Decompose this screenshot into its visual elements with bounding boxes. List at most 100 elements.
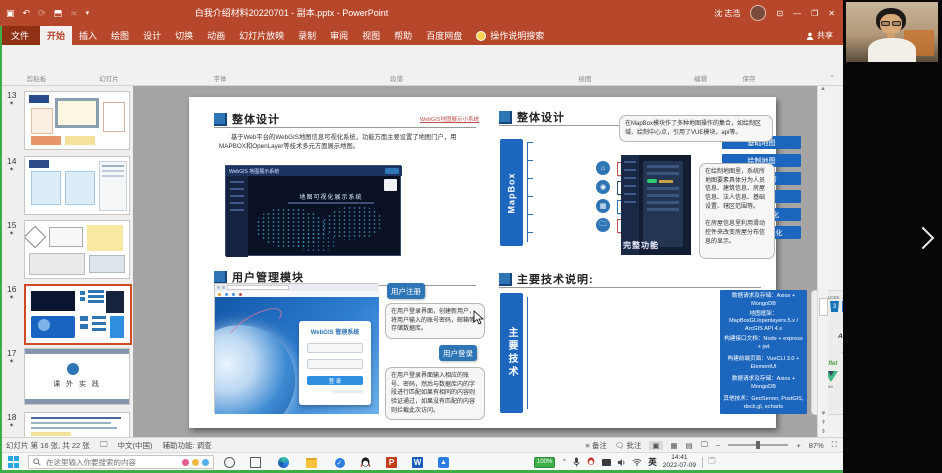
account-name[interactable]: 沈 志浩 — [714, 8, 740, 19]
scroll-down-icon[interactable]: ▼ — [818, 410, 829, 419]
tab-record[interactable]: 录制 — [291, 26, 323, 45]
tray-expand-icon[interactable]: ⌃ — [561, 458, 567, 466]
group-label-clipboard: 剪贴板 — [0, 73, 73, 83]
tab-file[interactable]: 文件 — [0, 26, 40, 45]
webcam-video[interactable] — [846, 2, 938, 62]
register-button[interactable]: 用户注册 — [387, 283, 425, 299]
tab-draw[interactable]: 绘图 — [104, 26, 136, 45]
slide-16-canvas[interactable]: 整体设计 WebGIS地图展示小系统 基于Web平台的WebGIS地图信息可视化… — [189, 97, 776, 428]
q2-mapbox-bar: MapBox — [500, 139, 523, 246]
canvas-scrollbar[interactable]: ▲ ▼ ⇞ ⇟ — [817, 86, 828, 437]
camera-tray-icon[interactable] — [602, 459, 611, 466]
ime-indicator[interactable]: 英 — [648, 456, 657, 468]
network-icon[interactable] — [632, 458, 642, 466]
search-input[interactable] — [44, 457, 179, 468]
group-label-font: 字体 — [145, 73, 295, 83]
language-indicator[interactable]: 中文(中国) — [118, 440, 153, 451]
tab-view[interactable]: 视图 — [355, 26, 387, 45]
comments-button[interactable]: 🗨 批注 — [615, 440, 642, 451]
previous-slide-button[interactable]: ⇞ — [818, 419, 829, 428]
next-page-chevron[interactable] — [912, 227, 935, 250]
powerpoint-icon[interactable]: P — [384, 455, 399, 470]
display-settings-icon[interactable]: 🖵 — [100, 440, 108, 450]
accessibility-status[interactable]: 辅助功能: 调查 — [163, 440, 212, 451]
collapse-ribbon-icon[interactable]: ⌃ — [829, 74, 835, 82]
minimize-button[interactable]: — — [793, 9, 801, 18]
slide-thumbnail-17[interactable]: 课 外 实 践 — [24, 348, 130, 405]
news-widget-icon[interactable] — [192, 459, 199, 466]
tab-baidu-netdisk[interactable]: 百度网盘 — [419, 26, 469, 45]
file-explorer-icon[interactable] — [304, 455, 319, 470]
slide-sorter-view-button[interactable]: ▦ — [671, 441, 678, 450]
ribbon-display-options-icon[interactable]: ⊡ — [776, 9, 783, 18]
taskbar-search[interactable] — [28, 455, 214, 469]
blue-square-bullet — [499, 111, 512, 124]
tab-review[interactable]: 审阅 — [323, 26, 355, 45]
clock[interactable]: 14:412022-07-09 — [663, 454, 696, 471]
restore-button[interactable]: ❐ — [811, 9, 818, 18]
close-button[interactable]: ✕ — [828, 9, 835, 18]
scroll-up-icon[interactable]: ▲ — [818, 86, 828, 92]
cortana-icon[interactable] — [222, 455, 237, 470]
window-title: 白我介绍材料20220701 - 副本.pptx - PowerPoint — [0, 6, 583, 19]
tab-design[interactable]: 设计 — [136, 26, 168, 45]
ribbon-tab-row: 文件 开始 插入 绘图 设计 切换 动画 幻灯片放映 录制 审阅 视图 帮助 百… — [0, 26, 843, 45]
avatar[interactable] — [750, 5, 766, 21]
map-portal-icon: ◉ — [596, 180, 610, 194]
status-bar: 幻灯片 第 16 张, 共 22 张 🖵 中文(中国) 辅助功能: 调查 ≡ 备… — [0, 437, 843, 452]
q4-item: 构建接口文档：Node + express + jwt — [720, 333, 807, 354]
tencent-meeting-icon[interactable]: ▲ — [436, 455, 451, 470]
search-icon — [33, 458, 41, 466]
password-field[interactable] — [307, 359, 363, 369]
animation-star-icon: ✶ — [9, 422, 14, 429]
zoom-out-button[interactable]: − — [716, 441, 720, 450]
tab-transitions[interactable]: 切换 — [168, 26, 200, 45]
notes-button[interactable]: ≡ 备注 — [585, 440, 606, 451]
news-widget-icon[interactable] — [202, 459, 209, 466]
task-view-icon[interactable] — [248, 455, 263, 470]
tab-help[interactable]: 帮助 — [387, 26, 419, 45]
q2-screenshot-caption: 完整功能 — [623, 240, 659, 251]
slide-thumbnail-13[interactable] — [24, 91, 130, 150]
openlayer-icon: 🗀 — [596, 218, 610, 232]
slide-thumbnail-16-selected[interactable] — [24, 284, 132, 345]
zoom-slider[interactable] — [728, 444, 788, 446]
tab-home[interactable]: 开始 — [40, 26, 72, 45]
meeting-side-panel — [843, 0, 942, 473]
zoom-in-button[interactable]: + — [796, 441, 800, 450]
login-submit-button[interactable]: 登 录 — [307, 376, 363, 385]
todo-check-icon[interactable]: ✓ — [332, 455, 347, 470]
slide-thumbnail-14[interactable] — [24, 156, 130, 215]
tab-slideshow[interactable]: 幻灯片放映 — [232, 26, 291, 45]
q4-item: 地图框架：MapBoxGL/openlayers.5.x / ArcGIS AP… — [720, 310, 807, 334]
q3-login-bubble: 在用户登录界面输入相应的账号、密码，然后与数据库内的字段进行匹配如果有相同的内容… — [385, 367, 485, 420]
username-field[interactable] — [307, 343, 363, 353]
word-icon[interactable]: W — [410, 455, 425, 470]
speaker-icon[interactable] — [617, 458, 626, 467]
group-label-save: 保存 — [724, 73, 774, 83]
news-widget-icon[interactable] — [182, 459, 189, 466]
windows-start-button[interactable] — [8, 456, 20, 468]
tab-animations[interactable]: 动画 — [200, 26, 232, 45]
slide-thumbnail-15[interactable] — [24, 220, 130, 279]
qq-tray-icon[interactable] — [586, 457, 596, 467]
login-button[interactable]: 用户登录 — [439, 345, 477, 361]
notification-center-icon[interactable]: 🗔 — [702, 457, 718, 468]
qq-icon[interactable] — [358, 455, 373, 470]
microphone-icon[interactable] — [573, 457, 580, 467]
edge-browser-icon[interactable] — [276, 455, 291, 470]
fit-slide-button[interactable]: ⛶ — [832, 440, 837, 450]
tab-insert[interactable]: 插入 — [72, 26, 104, 45]
scrollbar-thumb[interactable] — [819, 298, 828, 316]
q1-corner-note: WebGIS地图展示小系统 — [359, 115, 479, 123]
battery-indicator[interactable]: 100% — [534, 457, 555, 468]
reading-view-button[interactable]: ▤ — [686, 441, 693, 450]
slideshow-view-button[interactable]: 🖵 — [701, 440, 708, 450]
tell-me-search[interactable]: 操作说明搜索 — [469, 26, 551, 45]
normal-view-button[interactable]: ▣ — [649, 441, 662, 450]
slide-thumbnail-18[interactable] — [24, 412, 130, 438]
q4-item: 数据请求及存储：Axios + MongoDB — [720, 290, 807, 311]
share-button[interactable]: 共享 — [806, 26, 833, 45]
next-slide-button[interactable]: ⇟ — [818, 428, 829, 437]
zoom-level[interactable]: 87% — [809, 441, 824, 450]
